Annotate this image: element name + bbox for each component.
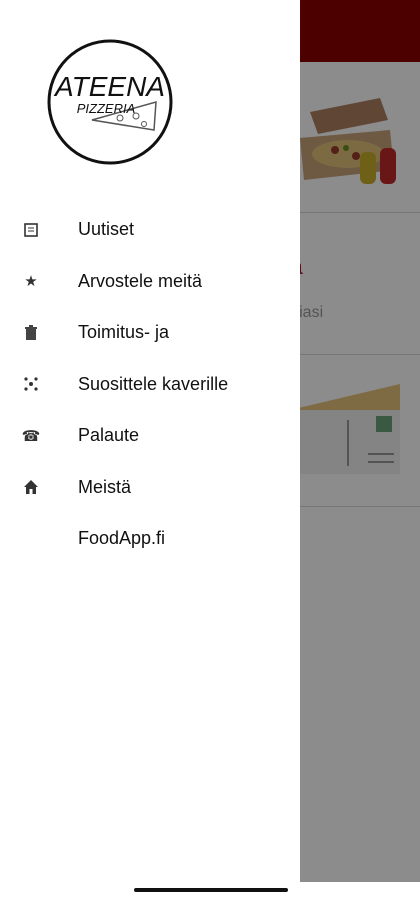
navigation-drawer: ATEENA PIZZERIA Uutiset ★ Arvostele meit… — [0, 0, 300, 900]
bottom-bar — [300, 882, 420, 900]
menu-label-recommend: Suosittele kaverille — [78, 373, 229, 394]
menu-item-recommend[interactable]: Suosittele kaverille — [0, 359, 300, 411]
menu-label-feedback: Palaute — [78, 425, 140, 446]
menu-item-delivery[interactable]: Toimitus- ja — [0, 307, 300, 359]
menu-label-delivery: Toimitus- ja — [78, 322, 170, 343]
phone-icon: ☎ — [21, 427, 41, 445]
trash-icon — [20, 322, 42, 344]
pizzeria-logo: ATEENA PIZZERIA — [47, 39, 173, 165]
menu-item-news[interactable]: Uutiset — [0, 204, 300, 256]
home-icon — [20, 476, 42, 498]
menu-item-feedback[interactable]: ☎ Palaute — [0, 410, 300, 462]
logo-subtitle: PIZZERIA — [77, 101, 136, 116]
home-indicator[interactable] — [134, 888, 288, 892]
star-icon: ★ — [24, 273, 38, 291]
drawer-menu: Uutiset ★ Arvostele meitä Toimitus- ja S… — [0, 204, 300, 565]
logo-name: ATEENA — [53, 71, 165, 102]
menu-label-about: Meistä — [78, 476, 132, 497]
share-icon — [20, 373, 42, 395]
menu-item-about[interactable]: Meistä — [0, 462, 300, 514]
menu-label-rate-us: Arvostele meitä — [78, 270, 203, 291]
menu-item-foodapp[interactable]: FoodApp.fi — [0, 513, 300, 565]
menu-label-news: Uutiset — [78, 219, 135, 240]
menu-item-rate-us[interactable]: ★ Arvostele meitä — [0, 256, 300, 308]
newspaper-icon — [20, 219, 42, 241]
menu-label-foodapp: FoodApp.fi — [78, 528, 166, 549]
